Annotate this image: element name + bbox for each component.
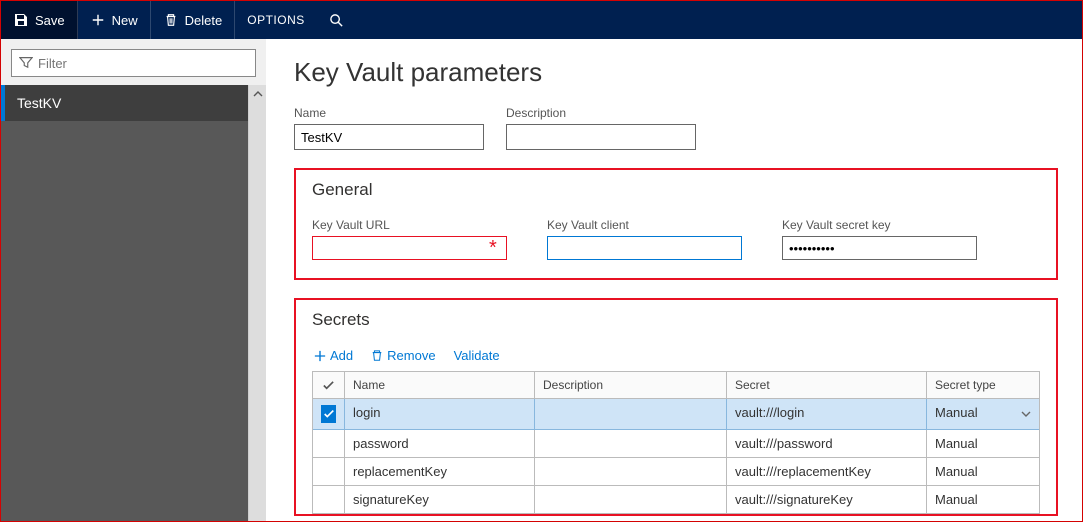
kv-client-label: Key Vault client (547, 218, 742, 232)
plus-icon (90, 12, 106, 28)
col-secret[interactable]: Secret (727, 372, 927, 398)
secrets-actions: Add Remove Validate (312, 348, 1040, 371)
cell-type: Manual (927, 430, 1039, 457)
secrets-grid: Name Description Secret Secret type logi… (312, 371, 1040, 514)
save-icon (13, 12, 29, 28)
secrets-panel: Secrets Add Remove Validate (294, 298, 1058, 516)
options-button[interactable]: OPTIONS (235, 1, 317, 39)
cell-name: replacementKey (345, 458, 535, 485)
sidebar-item-label: TestKV (17, 95, 61, 111)
col-description[interactable]: Description (535, 372, 727, 398)
validate-button[interactable]: Validate (454, 348, 500, 363)
scrollbar-up-icon[interactable] (249, 85, 267, 103)
secrets-title: Secrets (312, 310, 1040, 330)
kv-url-input[interactable] (312, 236, 507, 260)
table-row[interactable]: replacementKey vault:///replacementKey M… (313, 458, 1039, 486)
new-button[interactable]: New (78, 1, 151, 39)
toolbar-search-button[interactable] (317, 1, 357, 39)
app-toolbar: Save New Delete OPTIONS (1, 1, 1082, 39)
validate-label: Validate (454, 348, 500, 363)
kv-client-input[interactable] (547, 236, 742, 260)
trash-icon (371, 350, 383, 362)
description-field-group: Description (506, 106, 696, 150)
header-check-icon[interactable] (313, 372, 345, 398)
save-label: Save (35, 13, 65, 28)
filter-icon (19, 55, 33, 69)
row-checkbox[interactable] (313, 399, 345, 429)
name-field-group: Name (294, 106, 484, 150)
sidebar-scrollbar[interactable] (248, 85, 266, 521)
cell-secret: vault:///signatureKey (727, 486, 927, 513)
cell-secret: vault:///replacementKey (727, 458, 927, 485)
sidebar-filter-wrap (1, 39, 266, 85)
sidebar-filter-input[interactable] (11, 49, 256, 77)
cell-description (535, 486, 727, 513)
plus-icon (314, 350, 326, 362)
kv-url-label: Key Vault URL (312, 218, 507, 232)
cell-name: signatureKey (345, 486, 535, 513)
cell-description (535, 430, 727, 457)
kv-url-group: Key Vault URL * (312, 218, 507, 260)
name-label: Name (294, 106, 484, 120)
kv-secret-label: Key Vault secret key (782, 218, 977, 232)
remove-secret-button[interactable]: Remove (371, 348, 435, 363)
add-secret-button[interactable]: Add (314, 348, 353, 363)
table-row[interactable]: signatureKey vault:///signatureKey Manua… (313, 486, 1039, 514)
new-label: New (112, 13, 138, 28)
main-content: Key Vault parameters Name Description Ge… (266, 39, 1082, 521)
row-checkbox[interactable] (313, 430, 345, 457)
cell-type: Manual (927, 486, 1039, 513)
options-label: OPTIONS (247, 13, 305, 27)
row-checkbox[interactable] (313, 458, 345, 485)
check-icon (321, 405, 336, 423)
cell-description (535, 458, 727, 485)
cell-type[interactable]: Manual (927, 399, 1039, 429)
header-fields: Name Description (294, 106, 1058, 150)
general-title: General (312, 180, 1040, 200)
sidebar-list: TestKV (1, 85, 266, 521)
cell-secret: vault:///login (727, 399, 927, 429)
kv-client-group: Key Vault client (547, 218, 742, 260)
page-title: Key Vault parameters (294, 57, 1058, 88)
table-row[interactable]: login vault:///login Manual (313, 399, 1039, 430)
sidebar-item-testkv[interactable]: TestKV (1, 85, 266, 121)
add-label: Add (330, 348, 353, 363)
search-icon (329, 12, 345, 28)
description-label: Description (506, 106, 696, 120)
cell-name: login (345, 399, 535, 429)
row-checkbox[interactable] (313, 486, 345, 513)
delete-label: Delete (185, 13, 223, 28)
table-row[interactable]: password vault:///password Manual (313, 430, 1039, 458)
save-button[interactable]: Save (1, 1, 78, 39)
chevron-down-icon (1021, 409, 1031, 419)
grid-header: Name Description Secret Secret type (313, 372, 1039, 399)
col-name[interactable]: Name (345, 372, 535, 398)
description-input[interactable] (506, 124, 696, 150)
cell-name: password (345, 430, 535, 457)
cell-type: Manual (927, 458, 1039, 485)
required-asterisk-icon: * (489, 238, 497, 258)
general-panel: General Key Vault URL * Key Vault client… (294, 168, 1058, 280)
sidebar: TestKV (1, 39, 266, 521)
kv-secret-group: Key Vault secret key (782, 218, 977, 260)
trash-icon (163, 12, 179, 28)
kv-secret-input[interactable] (782, 236, 977, 260)
cell-type-value: Manual (935, 405, 978, 420)
remove-label: Remove (387, 348, 435, 363)
name-input[interactable] (294, 124, 484, 150)
cell-description (535, 399, 727, 429)
col-type[interactable]: Secret type (927, 372, 1039, 398)
cell-secret: vault:///password (727, 430, 927, 457)
delete-button[interactable]: Delete (151, 1, 236, 39)
